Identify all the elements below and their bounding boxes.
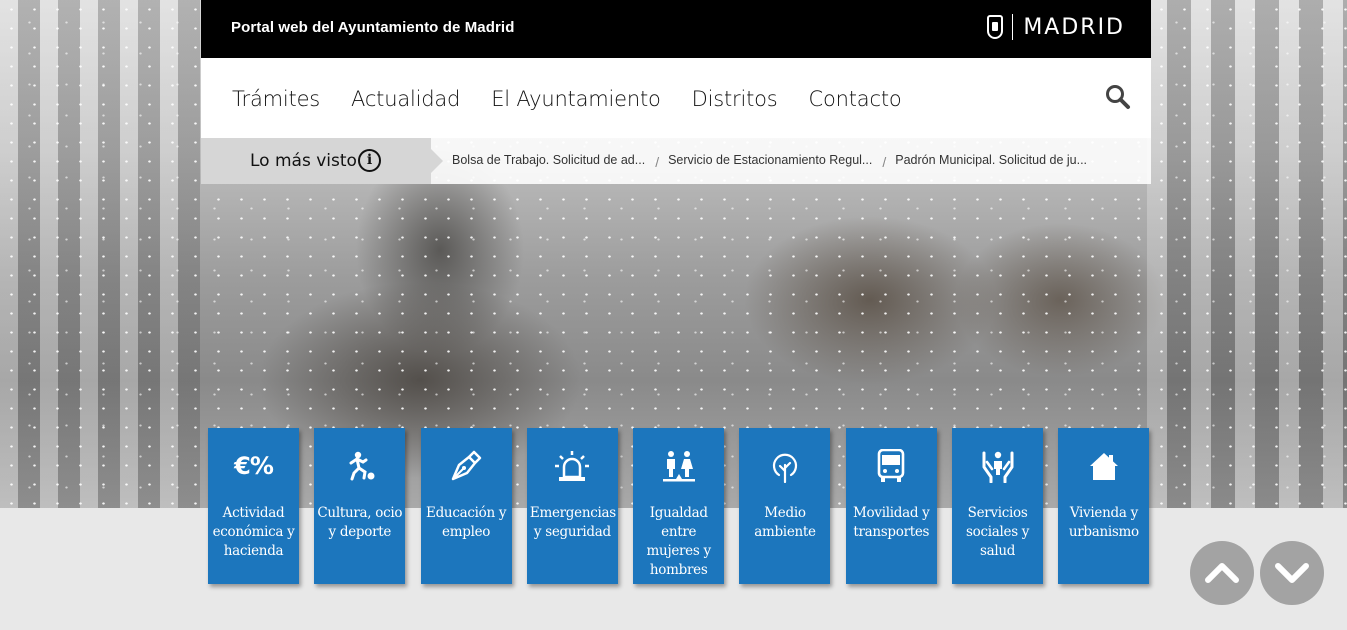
- info-icon[interactable]: i: [358, 149, 381, 172]
- tile-actividad-economica[interactable]: €% Actividad económica y hacienda: [208, 428, 299, 584]
- tile-label: Cultura, ocio y deporte: [317, 505, 403, 540]
- most-viewed-label: Lo más visto: [250, 151, 357, 171]
- tile-igualdad[interactable]: Igualdad entre mujeres y hombres: [633, 428, 725, 584]
- scroll-up-button[interactable]: [1190, 541, 1254, 605]
- tile-medio-ambiente[interactable]: Medio ambiente: [739, 428, 831, 584]
- most-viewed-links: Bolsa de Trabajo. Solicitud de ad... / S…: [452, 153, 1087, 170]
- tile-label: Servicios sociales y salud: [966, 505, 1030, 559]
- portal-title[interactable]: Portal web del Ayuntamiento de Madrid: [231, 19, 514, 36]
- most-viewed-bar: Lo más visto i Bolsa de Trabajo. Solicit…: [201, 138, 1151, 184]
- logo-divider: [1012, 14, 1014, 40]
- house-icon: [1058, 450, 1149, 482]
- tile-label: Movilidad y transportes: [853, 505, 930, 540]
- siren-icon: [527, 450, 618, 482]
- nav-item-contacto[interactable]: Contacto: [809, 87, 902, 111]
- nav-item-actualidad[interactable]: Actualidad: [351, 87, 460, 111]
- tile-vivienda-urbanismo[interactable]: Vivienda y urbanismo: [1058, 428, 1150, 584]
- nav-item-el-ayuntamiento[interactable]: El Ayuntamiento: [491, 87, 661, 111]
- main-nav: Trámites Actualidad El Ayuntamiento Dist…: [201, 58, 1151, 138]
- tile-label: Igualdad entre mujeres y hombres: [646, 505, 712, 578]
- most-viewed-label-box: Lo más visto i: [201, 138, 443, 184]
- pen-nib-icon: [421, 450, 512, 482]
- equality-scale-icon: [633, 450, 724, 482]
- most-viewed-link-estacionamiento[interactable]: Servicio de Estacionamiento Regul...: [668, 153, 872, 169]
- top-bar: Portal web del Ayuntamiento de Madrid MA…: [201, 0, 1151, 58]
- nav-item-tramites[interactable]: Trámites: [232, 87, 320, 111]
- tile-label: Emergencias y seguridad: [529, 505, 616, 540]
- bus-icon: [846, 449, 937, 482]
- scroll-down-button[interactable]: [1260, 541, 1324, 605]
- tree-icon: [739, 450, 830, 483]
- tile-movilidad-transportes[interactable]: Movilidad y transportes: [845, 428, 937, 584]
- euro-percent-icon: €%: [234, 452, 274, 480]
- tile-emergencias-seguridad[interactable]: Emergencias y seguridad: [526, 428, 618, 584]
- chevron-down-icon: [1275, 563, 1309, 583]
- chevron-up-icon: [1205, 563, 1239, 583]
- tile-servicios-sociales[interactable]: Servicios sociales y salud: [952, 428, 1044, 584]
- tile-label: Educación y empleo: [426, 505, 507, 540]
- tile-label: Actividad económica y hacienda: [212, 505, 295, 559]
- tile-educacion-empleo[interactable]: Educación y empleo: [420, 428, 512, 584]
- link-separator: /: [655, 154, 660, 170]
- runner-ball-icon: [314, 450, 405, 482]
- most-viewed-link-bolsa-trabajo[interactable]: Bolsa de Trabajo. Solicitud de ad...: [452, 153, 645, 169]
- tile-cultura-ocio-deporte[interactable]: Cultura, ocio y deporte: [314, 428, 406, 584]
- madrid-logo[interactable]: MADRID: [987, 14, 1125, 40]
- nav-item-distritos[interactable]: Distritos: [692, 87, 778, 111]
- search-icon[interactable]: [1105, 84, 1131, 110]
- most-viewed-link-padron[interactable]: Padrón Municipal. Solicitud de ju...: [895, 153, 1087, 169]
- nav-items: Trámites Actualidad El Ayuntamiento Dist…: [232, 87, 933, 111]
- tile-label: Medio ambiente: [754, 505, 816, 540]
- tile-label: Vivienda y urbanismo: [1068, 505, 1139, 540]
- care-hands-icon: [952, 450, 1043, 483]
- madrid-shield-icon: [987, 15, 1004, 39]
- category-tiles: €% Actividad económica y hacienda Cultur…: [208, 428, 1165, 584]
- link-separator: /: [882, 154, 887, 170]
- logo-text: MADRID: [1023, 14, 1125, 40]
